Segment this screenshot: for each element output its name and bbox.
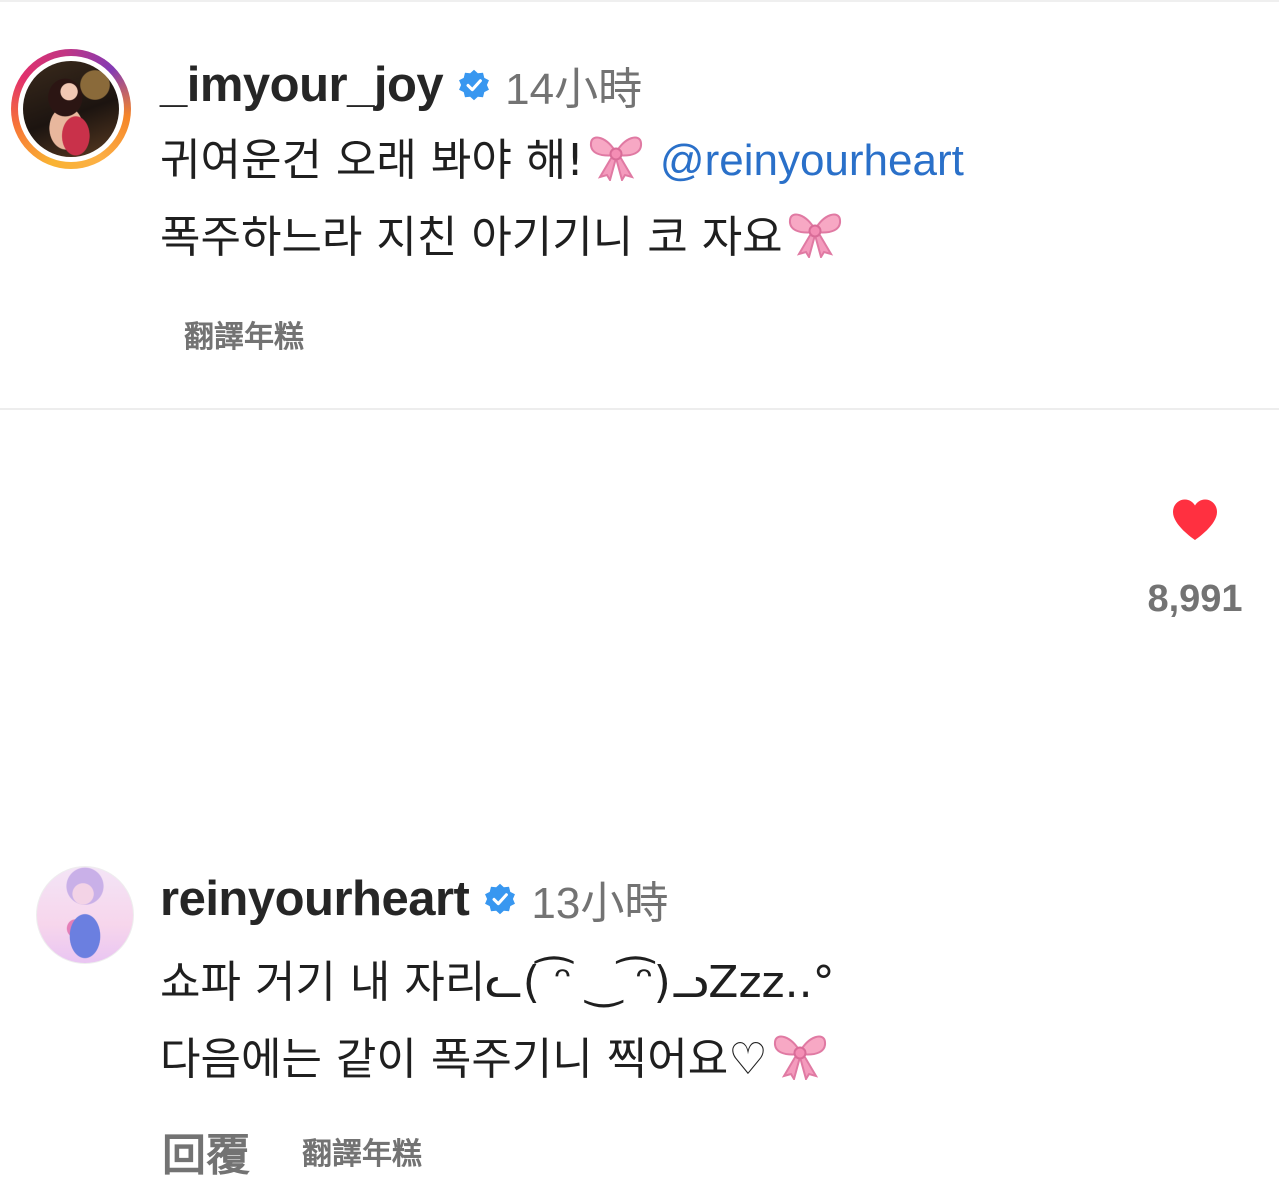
reply-button[interactable]: 回覆 bbox=[162, 1119, 250, 1183]
comment-text-line-2: 다음에는 같이 폭주기니 찍어요♡ bbox=[160, 1021, 835, 1098]
comment-header: _imyour_joy 14小時 bbox=[160, 53, 642, 117]
avatar-ring-gap bbox=[18, 56, 124, 162]
comment-timestamp: 14小時 bbox=[505, 65, 643, 114]
comment-text-line-2: 폭주하느라 지친 아기기니 코 자요 bbox=[160, 199, 964, 276]
avatar[interactable] bbox=[23, 61, 119, 157]
pink-ribbon-emoji-icon bbox=[589, 136, 642, 181]
comment-text-segment: 폭주하느라 지친 아기기니 코 자요 bbox=[160, 212, 783, 263]
username-link[interactable]: _imyour_joy bbox=[160, 57, 444, 113]
comment-text-segment: 다음에는 같이 폭주기니 찍어요♡ bbox=[160, 1034, 768, 1085]
pink-ribbon-emoji-icon bbox=[788, 213, 841, 258]
comment-text-line-1: 귀여운건 오래 봐야 해! @reinyourheart bbox=[160, 122, 964, 199]
mention-link[interactable]: @reinyourheart bbox=[660, 136, 964, 185]
comment-timestamp: 13小時 bbox=[531, 879, 669, 928]
comment-text-line-1: 쇼파 거기 내 자리ᓚ( ͡ᵔ ‿ ͡ᵔ)ᓗZzz..° bbox=[160, 957, 835, 1008]
username-link[interactable]: reinyourheart bbox=[160, 871, 470, 927]
like-count: 8,991 bbox=[1147, 578, 1243, 620]
verified-badge-icon bbox=[459, 69, 490, 101]
translate-button[interactable]: 翻譯年糕 bbox=[184, 312, 304, 356]
comment-actions: 回覆 翻譯年糕 bbox=[162, 1124, 422, 1181]
pink-ribbon-emoji-icon bbox=[773, 1035, 826, 1080]
comment-text-segment: 귀여운건 오래 봐야 해! bbox=[160, 135, 584, 186]
comment-item: _imyour_joy 14小時 귀여운건 오래 봐야 해! @reinyour… bbox=[0, 0, 1279, 408]
heart-filled-icon[interactable] bbox=[1171, 498, 1219, 542]
translate-button[interactable]: 翻譯年糕 bbox=[302, 1129, 422, 1173]
verified-badge-icon bbox=[485, 883, 516, 915]
comment-text: 귀여운건 오래 봐야 해! @reinyourheart 폭주하느라 지친 아기… bbox=[160, 122, 964, 276]
comment-text: 쇼파 거기 내 자리ᓚ( ͡ᵔ ‿ ͡ᵔ)ᓗZzz..° 다음에는 같이 폭주기… bbox=[160, 944, 835, 1098]
avatar[interactable] bbox=[36, 866, 134, 964]
comment-item: reinyourheart 13小時 쇼파 거기 내 자리ᓚ( ͡ᵔ ‿ ͡ᵔ)… bbox=[0, 410, 1279, 1181]
avatar-story-ring[interactable] bbox=[11, 49, 131, 169]
comment-header: reinyourheart 13小時 bbox=[160, 867, 668, 931]
comment-actions: 翻譯年糕 bbox=[184, 312, 304, 356]
